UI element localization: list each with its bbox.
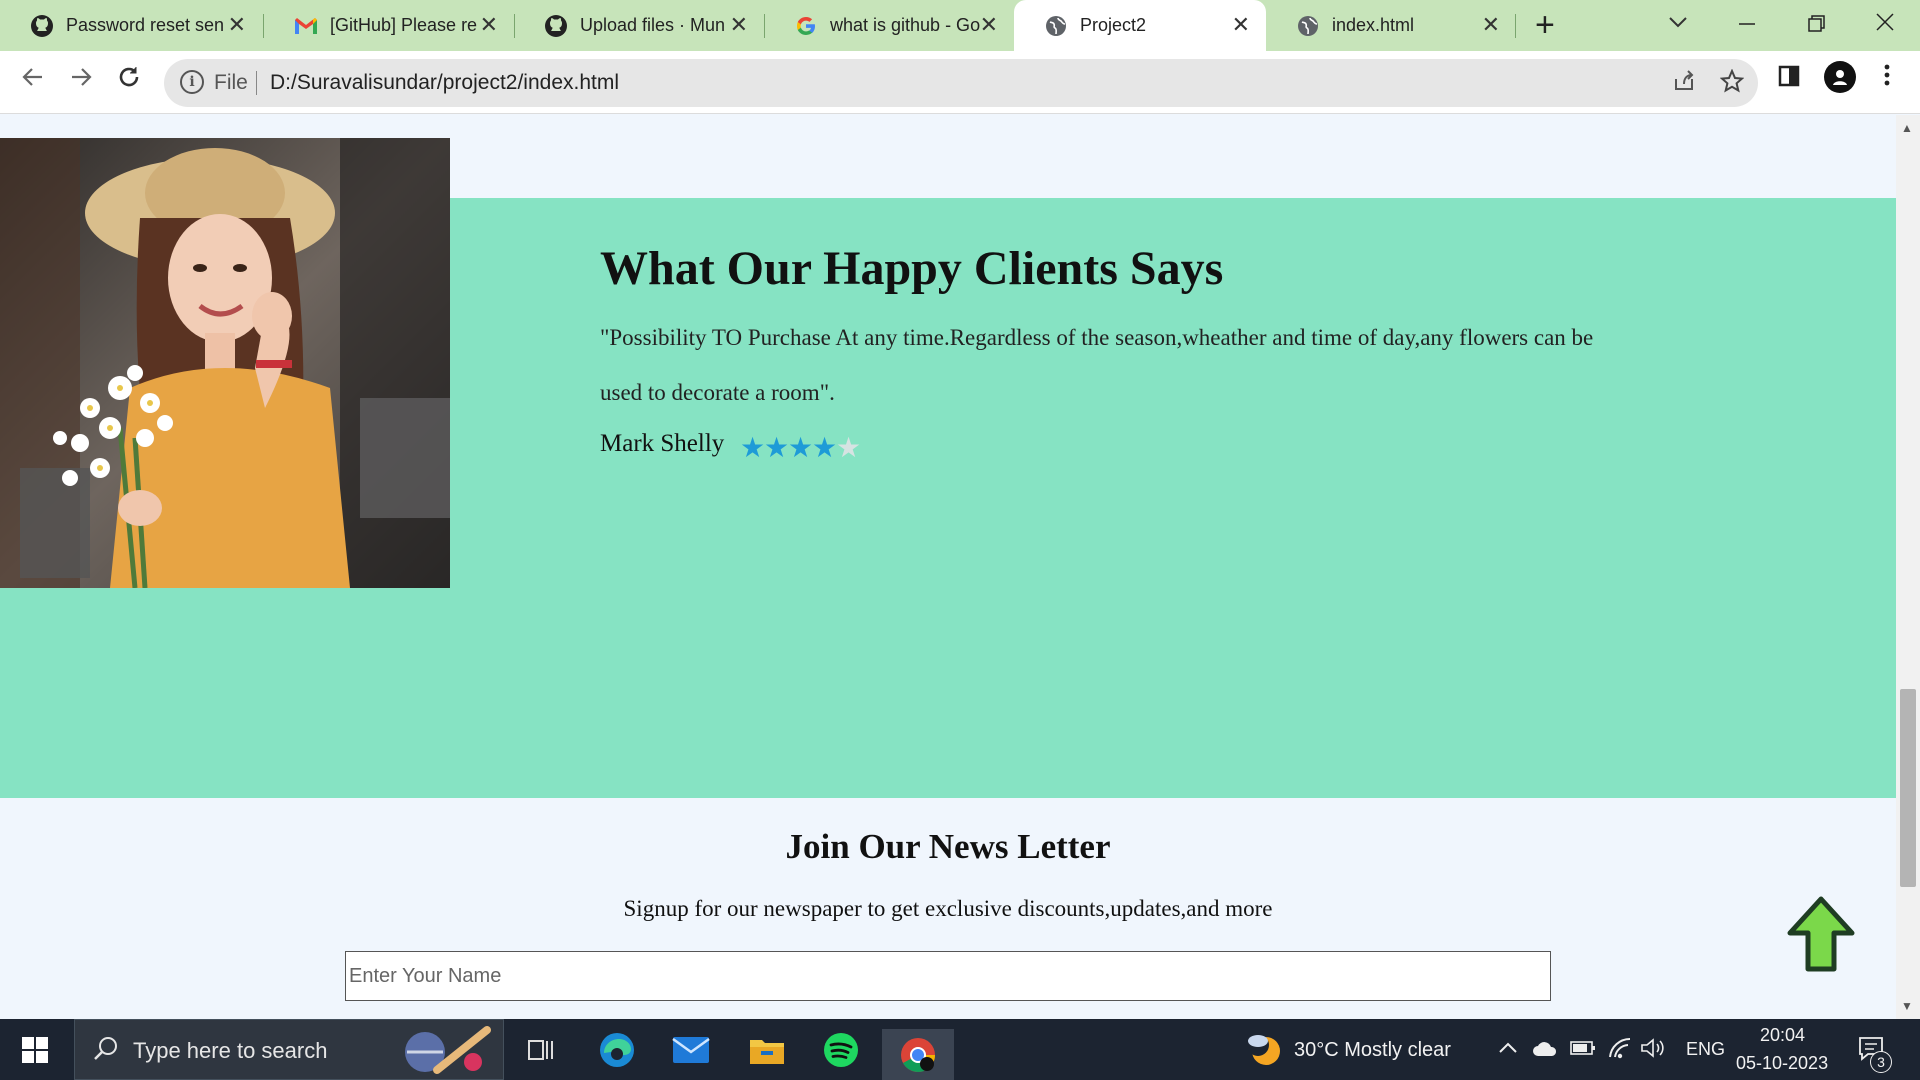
site-info-icon[interactable]: i bbox=[180, 70, 204, 94]
scroll-down-arrow-icon[interactable]: ▼ bbox=[1901, 999, 1913, 1013]
bookmark-star-icon[interactable] bbox=[1719, 68, 1745, 100]
taskbar-search-placeholder: Type here to search bbox=[133, 1038, 328, 1063]
filled-star-icon: ★ bbox=[740, 432, 766, 463]
tab-search-chevron-icon[interactable] bbox=[1668, 8, 1688, 36]
task-view-icon[interactable] bbox=[520, 1029, 562, 1071]
windows-taskbar: Type here to search 30°C Mostly clear EN… bbox=[0, 1019, 1920, 1080]
globe-icon bbox=[1044, 14, 1068, 38]
restore-window-icon[interactable] bbox=[1808, 12, 1826, 40]
close-tab-icon[interactable]: ✕ bbox=[980, 13, 998, 37]
tab-password-reset[interactable]: Password reset sen ✕ bbox=[0, 0, 262, 51]
volume-icon[interactable] bbox=[1640, 1037, 1666, 1065]
side-panel-icon[interactable] bbox=[1778, 65, 1800, 92]
tab-index-html[interactable]: index.html ✕ bbox=[1266, 0, 1516, 51]
close-window-icon[interactable] bbox=[1876, 10, 1894, 38]
filled-star-icon: ★ bbox=[764, 432, 790, 463]
onedrive-cloud-icon[interactable] bbox=[1532, 1039, 1558, 1063]
weather-moon-icon bbox=[1244, 1031, 1282, 1072]
weather-status[interactable]: 30°C Mostly clear bbox=[1294, 1039, 1451, 1062]
minimize-window-icon[interactable] bbox=[1738, 12, 1756, 40]
windows-start-icon[interactable] bbox=[22, 1037, 48, 1063]
tab-project2[interactable]: Project2 ✕ bbox=[1014, 0, 1266, 51]
page-viewport: What Our Happy Clients Says "Possibility… bbox=[0, 115, 1896, 1019]
github-icon bbox=[30, 14, 54, 38]
newsletter-subtitle: Signup for our newspaper to get exclusiv… bbox=[623, 896, 1273, 921]
forward-button[interactable] bbox=[68, 64, 94, 96]
tab-google-search[interactable]: what is github - Go ✕ bbox=[764, 0, 1014, 51]
newsletter-title: Join Our News Letter bbox=[785, 827, 1111, 866]
empty-star-icon: ★ bbox=[836, 432, 862, 463]
clock-date[interactable]: 05-10-2023 bbox=[1736, 1053, 1828, 1074]
notification-count-badge: 3 bbox=[1870, 1051, 1892, 1073]
client-photo bbox=[0, 138, 450, 588]
browser-toolbar: i File D:/Suravalisundar/project2/index.… bbox=[0, 51, 1920, 114]
close-tab-icon[interactable]: ✕ bbox=[1482, 13, 1500, 37]
spotify-icon[interactable] bbox=[820, 1029, 862, 1071]
testimonial-quote: "Possibility TO Purchase At any time.Reg… bbox=[600, 325, 1594, 405]
close-tab-icon[interactable]: ✕ bbox=[730, 13, 748, 37]
search-icon bbox=[93, 1036, 119, 1067]
filled-star-icon: ★ bbox=[788, 432, 814, 463]
battery-icon[interactable] bbox=[1570, 1039, 1596, 1062]
close-tab-icon[interactable]: ✕ bbox=[228, 13, 246, 37]
scroll-to-top-arrow-icon[interactable] bbox=[1786, 895, 1856, 975]
clock-time[interactable]: 20:04 bbox=[1760, 1025, 1805, 1046]
browser-menu-icon[interactable] bbox=[1884, 63, 1890, 92]
mail-icon[interactable] bbox=[670, 1029, 712, 1071]
address-bar[interactable]: i File D:/Suravalisundar/project2/index.… bbox=[164, 59, 1758, 107]
tab-separator bbox=[1515, 14, 1516, 38]
google-icon bbox=[794, 14, 818, 38]
page-scrollbar[interactable]: ▲ ▼ bbox=[1896, 115, 1920, 1019]
rating-stars: ★ ★ ★ ★ ★ bbox=[740, 432, 862, 463]
reload-button[interactable] bbox=[116, 64, 142, 96]
wifi-icon[interactable] bbox=[1608, 1037, 1632, 1065]
tab-upload-files[interactable]: Upload files · Mun ✕ bbox=[514, 0, 764, 51]
testimonial-heading: What Our Happy Clients Says bbox=[600, 242, 1224, 295]
chrome-icon[interactable] bbox=[882, 1029, 954, 1080]
tab-title: Password reset sen bbox=[66, 15, 225, 35]
input-language[interactable]: ENG bbox=[1686, 1039, 1725, 1060]
taskbar-search-box[interactable]: Type here to search bbox=[74, 1019, 504, 1080]
filled-star-icon: ★ bbox=[812, 432, 838, 463]
show-hidden-icons-chevron-icon[interactable] bbox=[1498, 1035, 1518, 1061]
profile-avatar[interactable] bbox=[1824, 61, 1856, 98]
tab-github-email[interactable]: [GitHub] Please re ✕ bbox=[264, 0, 514, 51]
newsletter-name-input[interactable] bbox=[345, 951, 1551, 1001]
gmail-icon bbox=[294, 14, 318, 38]
browser-tab-strip: Password reset sen ✕ [GitHub] Please re … bbox=[0, 0, 1920, 51]
scrollbar-thumb[interactable] bbox=[1900, 689, 1916, 887]
cricket-doodle-icon bbox=[397, 1024, 497, 1080]
share-icon[interactable] bbox=[1672, 69, 1696, 100]
github-icon bbox=[544, 14, 568, 38]
scroll-up-arrow-icon[interactable]: ▲ bbox=[1901, 121, 1913, 135]
new-tab-button[interactable]: + bbox=[1535, 8, 1555, 42]
address-url[interactable]: D:/Suravalisundar/project2/index.html bbox=[270, 71, 619, 95]
back-button[interactable] bbox=[20, 64, 46, 96]
close-tab-icon[interactable]: ✕ bbox=[480, 13, 498, 37]
address-separator bbox=[256, 71, 257, 95]
address-scheme-label: File bbox=[214, 71, 248, 94]
file-explorer-icon[interactable] bbox=[746, 1029, 788, 1071]
testimonial-author: Mark Shelly bbox=[600, 430, 725, 457]
edge-browser-icon[interactable] bbox=[596, 1029, 638, 1071]
globe-icon bbox=[1296, 14, 1320, 38]
close-tab-icon[interactable]: ✕ bbox=[1232, 13, 1250, 37]
